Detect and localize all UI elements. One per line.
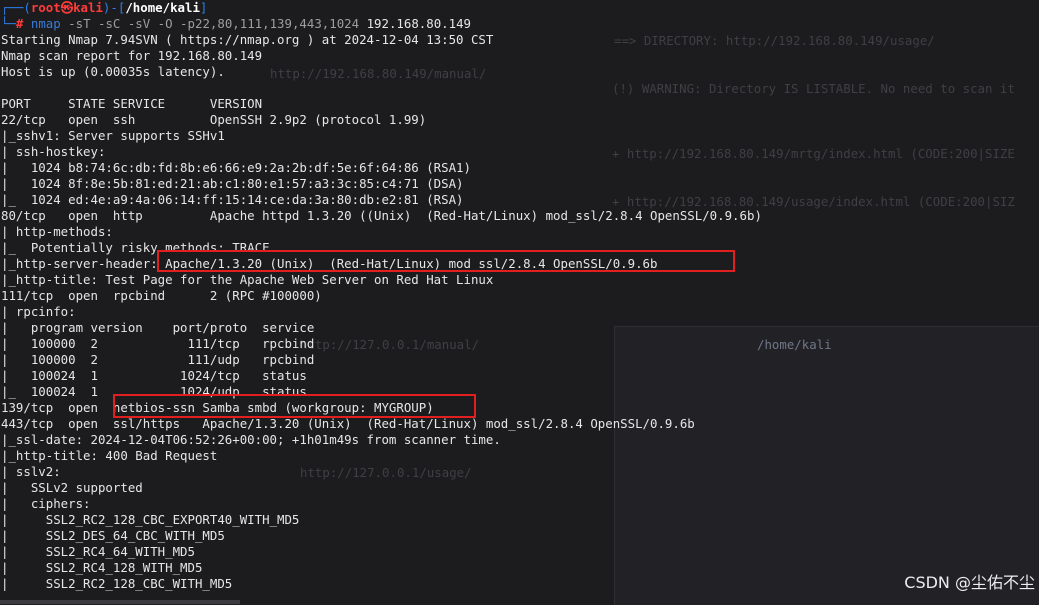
background-terminal-pane	[614, 326, 1039, 605]
output-line: | ssh-hostkey:	[1, 144, 113, 159]
highlight-box-http-server-header	[157, 250, 735, 272]
output-line: |_ssl-date: 2024-12-04T06:52:26+00:00; +…	[1, 432, 501, 447]
output-line: | sslv2:	[1, 464, 69, 479]
terminal-window[interactable]: ==> DIRECTORY: http://192.168.80.149/usa…	[0, 0, 1039, 605]
ghost-manual-line: http://192.168.80.149/manual/	[270, 66, 487, 81]
output-line: | SSL2_RC4_64_WITH_MD5	[1, 544, 195, 559]
highlight-box-netbios-ssn	[113, 394, 476, 418]
command-name: nmap	[30, 16, 61, 31]
output-line: | SSL2_RC2_128_CBC_WITH_MD5	[1, 576, 233, 591]
prompt-header-line: ┌──(root㉿kali)-[/home/kali]	[1, 0, 208, 15]
output-line: | http-methods:	[1, 224, 121, 239]
prompt-path: /home/kali	[125, 0, 200, 15]
output-line: PORT STATE SERVICE VERSION	[1, 96, 263, 111]
output-line: 443/tcp open ssl/https Apache/1.3.20 (Un…	[1, 416, 695, 431]
output-line: Nmap scan report for 192.168.80.149	[1, 48, 263, 63]
ghost-usage-line: + http://192.168.80.149/usage/index.html…	[612, 194, 1015, 209]
output-line: |_sshv1: Server supports SSHv1	[1, 128, 225, 143]
prompt-user: root	[30, 0, 61, 15]
output-line: |_http-title: 400 Bad Request	[1, 448, 218, 463]
output-line: 22/tcp open ssh OpenSSH 2.9p2 (protocol …	[1, 112, 427, 127]
output-line: | rpcinfo:	[1, 304, 84, 319]
output-line: 111/tcp open rpcbind 2 (RPC #100000)	[1, 288, 322, 303]
output-line: | 100000 2 111/tcp rpcbind	[1, 336, 315, 351]
ghost-localhost-usage: http://127.0.0.1/usage/	[300, 465, 472, 480]
output-line: Starting Nmap 7.94SVN ( https://nmap.org…	[1, 32, 494, 47]
output-line: |_http-title: Test Page for the Apache W…	[1, 272, 494, 287]
output-line: | SSL2_RC4_128_WITH_MD5	[1, 560, 203, 575]
ghost-mrtg-line: + http://192.168.80.149/mrtg/index.html …	[612, 146, 1015, 161]
ghost-directory-line: ==> DIRECTORY: http://192.168.80.149/usa…	[614, 33, 935, 48]
output-line: | SSLv2 supported	[1, 480, 143, 495]
output-line: |_ 1024 ed:4e:a9:4a:06:14:ff:15:14:ce:da…	[1, 192, 464, 207]
ghost-right-pane-path: /home/kali	[757, 337, 832, 352]
output-line: 80/tcp open http Apache httpd 1.3.20 ((U…	[1, 208, 762, 223]
csdn-watermark: CSDN @尘佑不尘	[904, 573, 1035, 592]
output-line: | 1024 8f:8e:5b:81:ed:21:ab:c1:80:e1:57:…	[1, 176, 464, 191]
output-line: | SSL2_RC2_128_CBC_EXPORT40_WITH_MD5	[1, 512, 300, 527]
output-line: | 100024 1 1024/tcp status	[1, 368, 307, 383]
output-line: | 100000 2 111/udp rpcbind	[1, 352, 315, 367]
command-args: -sT -sC -sV -O -p22,80,111,139,443,1024	[60, 16, 360, 31]
horizontal-scrollbar[interactable]	[0, 600, 240, 604]
output-line: | ciphers:	[1, 496, 98, 511]
output-line: Host is up (0.00035s latency).	[1, 64, 225, 79]
command-target: 192.168.80.149	[359, 16, 472, 31]
ghost-warning-line: (!) WARNING: Directory IS LISTABLE. No n…	[612, 81, 1015, 96]
prompt-host: kali	[73, 0, 103, 15]
prompt-at-symbol: ㉿	[60, 0, 74, 15]
output-line: | SSL2_DES_64_CBC_WITH_MD5	[1, 528, 225, 543]
output-line: | program version port/proto service	[1, 320, 315, 335]
command-line[interactable]: └─# nmap -sT -sC -sV -O -p22,80,111,139,…	[1, 16, 471, 32]
output-line: | 1024 b8:74:6c:db:fd:8b:e6:66:e9:2a:2b:…	[1, 160, 471, 175]
ghost-localhost-manual: http://127.0.0.1/manual/	[300, 337, 480, 352]
